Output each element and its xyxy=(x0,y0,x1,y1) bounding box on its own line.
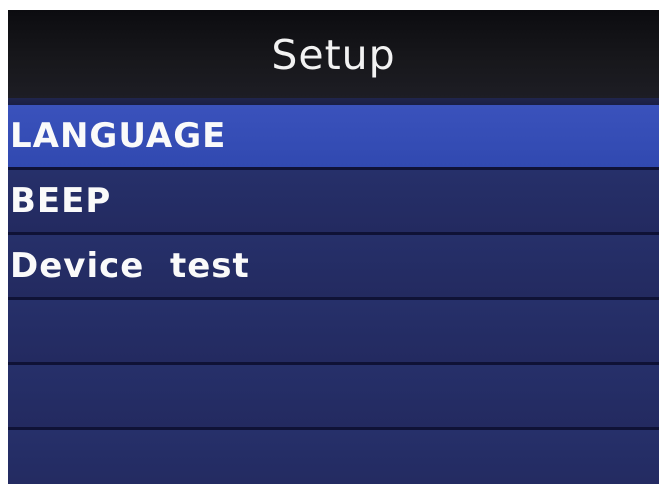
menu-item-label: Device test xyxy=(10,246,250,286)
menu-item-language[interactable]: LANGUAGE xyxy=(8,105,659,167)
menu-item-empty xyxy=(8,365,659,427)
menu-item-label: LANGUAGE xyxy=(10,116,227,156)
menu-item-label: BEEP xyxy=(10,181,112,221)
device-screen: Setup LANGUAGE BEEP Device test xyxy=(8,10,659,484)
menu-item-device-test[interactable]: Device test xyxy=(8,235,659,297)
screen-title: Setup xyxy=(271,31,396,79)
title-bar: Setup xyxy=(8,10,659,98)
menu-item-empty xyxy=(8,300,659,362)
menu-item-beep[interactable]: BEEP xyxy=(8,170,659,232)
setup-menu: LANGUAGE BEEP Device test xyxy=(8,98,659,484)
menu-item-empty xyxy=(8,430,659,484)
